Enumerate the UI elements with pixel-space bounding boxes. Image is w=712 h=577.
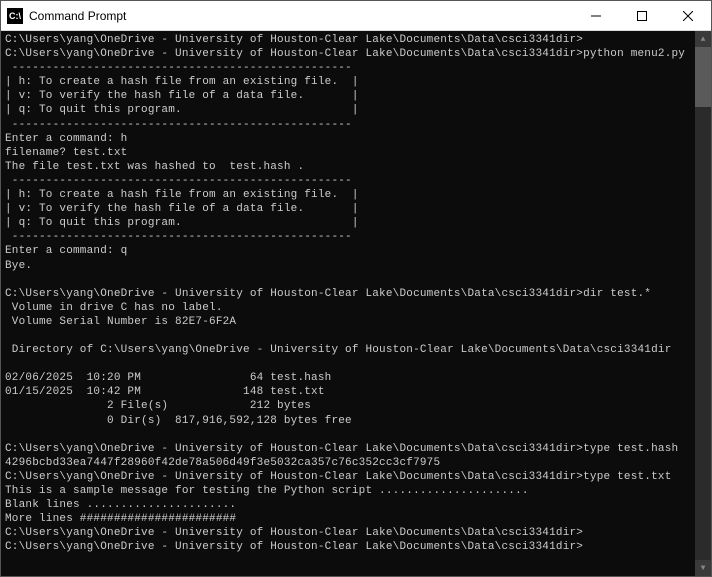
terminal-area: C:\Users\yang\OneDrive - University of H… — [1, 31, 711, 576]
close-icon — [683, 11, 693, 21]
window-title: Command Prompt — [29, 9, 573, 23]
window-controls — [573, 1, 711, 30]
scroll-up-button[interactable]: ▲ — [695, 31, 711, 47]
terminal-output[interactable]: C:\Users\yang\OneDrive - University of H… — [1, 31, 695, 576]
vertical-scrollbar[interactable]: ▲ ▼ — [695, 31, 711, 576]
close-button[interactable] — [665, 1, 711, 30]
maximize-icon — [637, 11, 647, 21]
scrollbar-thumb[interactable] — [695, 47, 711, 107]
titlebar[interactable]: C:\ Command Prompt — [1, 1, 711, 31]
scroll-down-button[interactable]: ▼ — [695, 560, 711, 576]
minimize-button[interactable] — [573, 1, 619, 30]
minimize-icon — [591, 11, 601, 21]
app-icon: C:\ — [7, 8, 23, 24]
maximize-button[interactable] — [619, 1, 665, 30]
window-frame: C:\ Command Prompt C:\Users\yang\OneDriv… — [0, 0, 712, 577]
